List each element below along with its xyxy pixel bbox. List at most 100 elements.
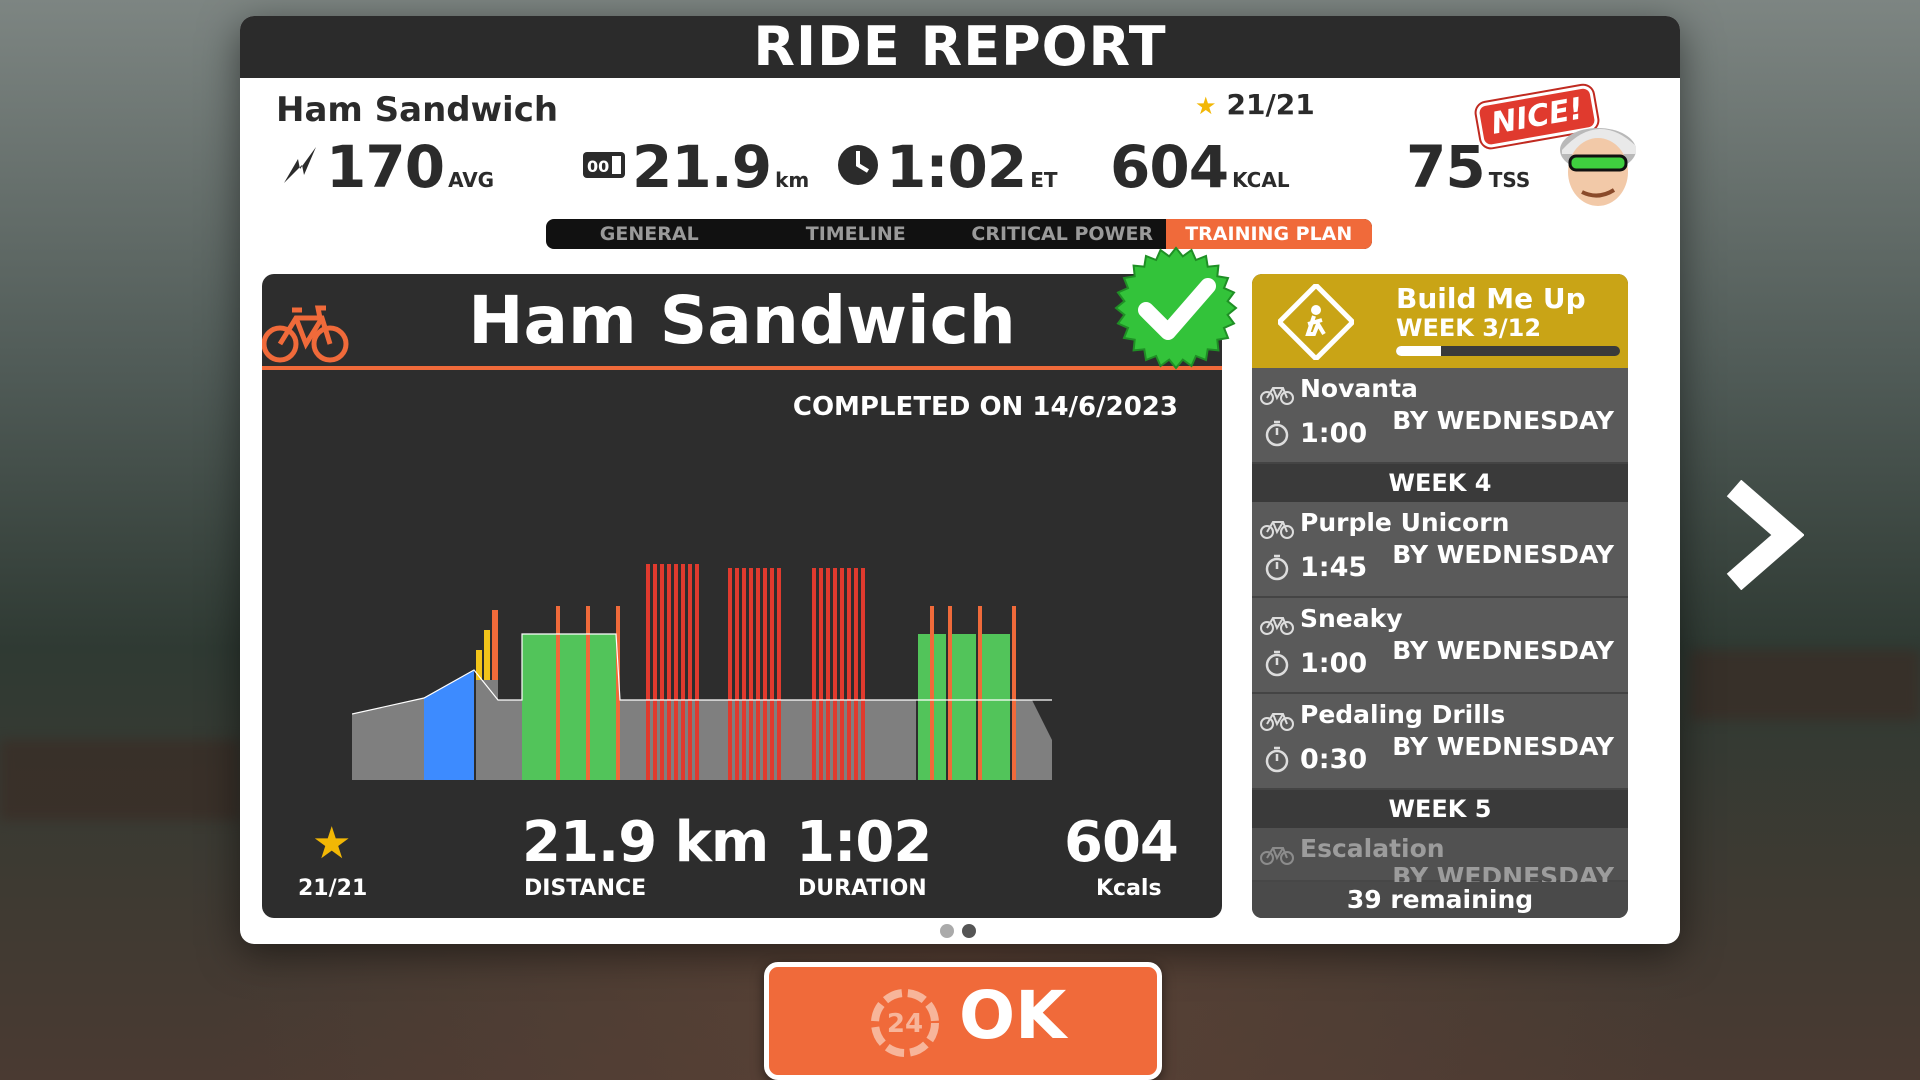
week-header: WEEK 5 <box>1252 790 1628 828</box>
workout-duration: 0:30 <box>1300 744 1368 775</box>
page-dot-1[interactable] <box>940 924 954 938</box>
profile-segment <box>620 700 644 780</box>
training-plan-panel: Build Me Up WEEK 3/12 Novanta 1:00 BY WE… <box>1252 274 1628 918</box>
profile-segment <box>704 700 726 780</box>
profile-segment <box>749 568 753 780</box>
profile-segment <box>556 606 560 780</box>
workout-name: Sneaky <box>1300 604 1403 633</box>
star-count-value: 21/21 <box>1226 88 1315 121</box>
time-unit: ET <box>1030 168 1058 192</box>
profile-segment <box>982 634 1010 780</box>
profile-segment <box>660 564 664 780</box>
profile-segment <box>742 568 746 780</box>
workout-name: Novanta <box>1300 374 1418 403</box>
modal-title: RIDE REPORT <box>240 16 1680 78</box>
workout-stats: ★ 21/21 21.9 km DISTANCE 1:02 DURATION 6… <box>262 804 1222 914</box>
power-icon <box>280 145 320 189</box>
profile-segment <box>674 564 678 780</box>
svg-text:00: 00 <box>587 157 609 176</box>
ok-label: OK <box>959 977 1067 1054</box>
ok-button[interactable]: 24 OK <box>764 962 1162 1080</box>
bike-icon <box>1260 382 1294 410</box>
plan-workout-item[interactable]: Escalation BY WEDNESDAY <box>1252 828 1628 891</box>
workout-card-header: Ham Sandwich <box>262 274 1222 370</box>
coach-avatar <box>1552 110 1644 214</box>
workout-duration: 1:45 <box>1300 552 1368 583</box>
profile-segment <box>586 606 590 780</box>
distance-stat: 00 21.9 km <box>582 138 809 196</box>
star-count-label: 21/21 <box>298 876 368 901</box>
odometer-icon: 00 <box>582 150 626 184</box>
builder-sign-icon <box>1275 281 1357 364</box>
timer-icon <box>1264 746 1290 778</box>
profile-segment <box>777 568 781 780</box>
bike-icon <box>1260 708 1294 736</box>
page-dot-2[interactable] <box>962 924 976 938</box>
countdown-value: 24 <box>887 1009 923 1039</box>
profile-segment <box>726 700 784 780</box>
workout-due: BY WEDNESDAY <box>1392 732 1614 761</box>
profile-segment <box>868 700 916 780</box>
background-rail <box>0 740 240 820</box>
completed-date: COMPLETED ON 14/6/2023 <box>792 392 1178 422</box>
workout-card: Ham Sandwich COMPLETED ON 14/6/2023 ★ 21… <box>262 274 1222 918</box>
workout-profile-chart <box>351 544 1112 784</box>
profile-warmup <box>352 698 424 780</box>
workout-due: BY WEDNESDAY <box>1392 540 1614 569</box>
profile-segment <box>522 634 556 780</box>
distance-value: 21.9 km <box>522 810 769 875</box>
profile-segment <box>810 700 868 780</box>
profile-segment <box>560 634 586 780</box>
completed-check-icon <box>1112 244 1240 376</box>
profile-segment <box>826 568 830 780</box>
time-value: 1:02 <box>886 133 1027 201</box>
plan-workout-item[interactable]: Novanta 1:00 BY WEDNESDAY <box>1252 368 1628 464</box>
timer-icon <box>1264 554 1290 586</box>
workout-due: BY WEDNESDAY <box>1392 636 1614 665</box>
tss-stat: 75 TSS <box>1406 138 1530 196</box>
energy-unit: KCAL <box>1232 168 1290 192</box>
timer-icon <box>1264 420 1290 452</box>
chevron-right-icon[interactable] <box>1722 479 1805 594</box>
star-count: ★ 21/21 <box>1195 88 1315 121</box>
bike-icon <box>1260 612 1294 640</box>
profile-segment <box>735 568 739 780</box>
countdown-timer-icon: 24 <box>867 985 943 1065</box>
distance-label: DISTANCE <box>524 876 647 901</box>
report-tabs: GENERAL TIMELINE CRITICAL POWER TRAINING… <box>546 219 1372 249</box>
distance-unit: km <box>775 168 810 192</box>
plan-workout-item[interactable]: Purple Unicorn 1:45 BY WEDNESDAY <box>1252 502 1628 598</box>
profile-segment <box>833 568 837 780</box>
tab-general[interactable]: GENERAL <box>546 219 753 249</box>
profile-segment <box>784 700 810 780</box>
bike-icon <box>1260 516 1294 544</box>
profile-segment <box>847 568 851 780</box>
workout-due: BY WEDNESDAY <box>1392 406 1614 435</box>
week-header: WEEK 4 <box>1252 464 1628 502</box>
profile-segment <box>667 564 671 780</box>
background-rail-right <box>1690 650 1920 720</box>
distance-value: 21.9 <box>632 133 772 201</box>
workout-name: Pedaling Drills <box>1300 700 1506 729</box>
power-value: 170 <box>326 133 445 201</box>
clock-icon <box>836 143 880 191</box>
plan-workout-item[interactable]: Sneaky 1:00 BY WEDNESDAY <box>1252 598 1628 694</box>
tss-unit: TSS <box>1488 168 1531 192</box>
workout-name: Escalation <box>1300 834 1445 863</box>
plan-header[interactable]: Build Me Up WEEK 3/12 <box>1252 274 1628 368</box>
profile-cooldown <box>1016 700 1052 780</box>
plan-progress-fill <box>1396 346 1441 356</box>
tab-timeline[interactable]: TIMELINE <box>753 219 960 249</box>
plan-workout-item[interactable]: Pedaling Drills 0:30 BY WEDNESDAY <box>1252 694 1628 790</box>
profile-segment <box>930 606 934 780</box>
profile-segment <box>812 568 816 780</box>
page-dots <box>940 924 976 938</box>
plan-progress-bar <box>1396 346 1620 356</box>
rider-name: Ham Sandwich <box>276 90 559 130</box>
power-unit: AVG <box>448 168 495 192</box>
profile-segment <box>1012 606 1016 780</box>
plan-title: Build Me Up <box>1396 282 1586 315</box>
kcal-label: Kcals <box>1096 876 1162 901</box>
plan-week: WEEK 3/12 <box>1396 314 1542 342</box>
workout-duration: 1:00 <box>1300 418 1368 449</box>
